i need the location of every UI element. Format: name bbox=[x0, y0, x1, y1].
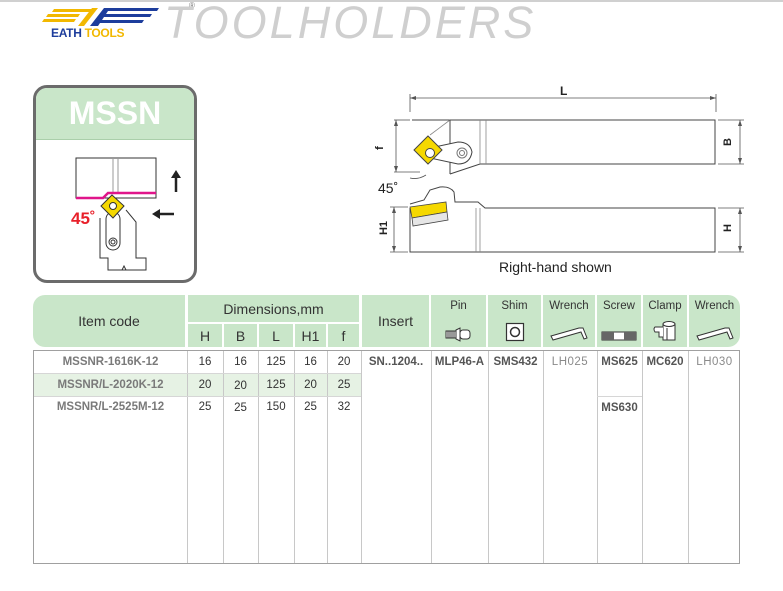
header-dim-L: L bbox=[259, 324, 293, 347]
header-pin-label: Pin bbox=[450, 300, 467, 312]
wrench-icon bbox=[695, 327, 734, 341]
dim-label-f: f bbox=[373, 146, 386, 150]
header-shim-label: Shim bbox=[501, 300, 528, 312]
cell-L: 150 bbox=[266, 401, 286, 413]
item-code: MSSNR/L-2525M-12 bbox=[56, 401, 165, 413]
cell-wrench-2: LH030 bbox=[696, 356, 733, 368]
cell-L: 125 bbox=[266, 356, 286, 368]
clamp-icon bbox=[653, 321, 676, 341]
header-item-code-label: Item code bbox=[78, 313, 140, 329]
cell-f: 25 bbox=[337, 379, 351, 391]
dim-label-B: B bbox=[721, 138, 734, 146]
cell-H1: 16 bbox=[304, 356, 317, 368]
cell-screw-b: MS630 bbox=[601, 402, 638, 414]
wrench-icon bbox=[550, 327, 588, 341]
dim-label-angle: 45˚ bbox=[378, 180, 399, 196]
header-wrench-2: Wrench bbox=[689, 295, 740, 347]
approach-angle-label: 45˚ bbox=[71, 209, 96, 228]
cell-B: 25 bbox=[234, 402, 247, 414]
cell-f: 32 bbox=[337, 401, 351, 413]
cell-H1: 25 bbox=[304, 401, 317, 413]
brand-left: EATH bbox=[51, 26, 82, 40]
cell-H1: 20 bbox=[304, 379, 317, 391]
item-code: MSSNR-1616K-12 bbox=[62, 356, 159, 368]
header-dim-B-label: B bbox=[235, 327, 246, 344]
header-dim-L-label: L bbox=[272, 327, 280, 344]
header-dimensions: Dimensions,mm bbox=[188, 295, 359, 322]
cell-wrench-1: LH025 bbox=[551, 356, 589, 368]
holder-type-title: MSSN bbox=[68, 95, 162, 131]
cell-screw-a: MS625 bbox=[601, 356, 638, 368]
header-dim-B: B bbox=[224, 324, 257, 347]
header-dim-H: H bbox=[188, 324, 222, 347]
cell-B: 16 bbox=[234, 356, 247, 368]
logo-wing-icon bbox=[42, 8, 159, 26]
header-wrench-1-label: Wrench bbox=[549, 300, 589, 312]
shim-icon bbox=[505, 322, 524, 342]
drawing-caption: Right-hand shown bbox=[499, 259, 612, 275]
header-dim-H1: H1 bbox=[295, 324, 326, 347]
header-shim: Shim bbox=[488, 295, 541, 347]
screw-icon bbox=[601, 331, 637, 341]
machining-direction-diagram bbox=[75, 157, 181, 271]
header-dim-f-label: f bbox=[341, 327, 346, 344]
dim-label-H: H bbox=[721, 224, 734, 232]
header-screw-label: Screw bbox=[603, 300, 635, 312]
dim-label-L: L bbox=[560, 84, 568, 98]
cell-H: 20 bbox=[198, 379, 212, 391]
header-wrench-1: Wrench bbox=[543, 295, 595, 347]
page-title: TOOLHOLDERS bbox=[164, 0, 537, 48]
header-dimensions-label: Dimensions,mm bbox=[223, 300, 324, 317]
brand-logo: EATH TOOLS ® bbox=[34, 1, 195, 42]
header-item-code: Item code bbox=[33, 295, 185, 347]
cell-insert: SN..1204.. bbox=[368, 356, 424, 368]
item-code: MSSNR/L-2020K-12 bbox=[57, 379, 164, 391]
header-clamp: Clamp bbox=[643, 295, 687, 347]
cell-f: 20 bbox=[337, 356, 351, 368]
cell-B: 20 bbox=[234, 380, 247, 392]
table-body: MSSNR-1616K-12 16 16 125 16 20 MSSNR/L-2… bbox=[33, 350, 740, 564]
table-header: Item code Dimensions,mm H B L H1 f Inser… bbox=[33, 295, 740, 347]
header-insert: Insert bbox=[362, 295, 429, 347]
cell-shim: SMS432 bbox=[493, 356, 538, 368]
header-wrench-2-label: Wrench bbox=[694, 300, 735, 312]
header-pin: Pin bbox=[431, 295, 486, 347]
cell-pin: MLP46-A bbox=[434, 356, 485, 368]
cell-L: 125 bbox=[266, 379, 286, 391]
header-insert-label: Insert bbox=[377, 313, 413, 329]
cell-H: 25 bbox=[198, 401, 212, 413]
toolholder-drawing bbox=[390, 94, 744, 253]
header-dim-f: f bbox=[328, 324, 359, 347]
header-dim-H-label: H bbox=[199, 327, 211, 344]
brand-name: EATH TOOLS bbox=[51, 26, 125, 40]
pin-icon bbox=[445, 327, 470, 342]
header-clamp-label: Clamp bbox=[648, 300, 682, 312]
cell-clamp: MC620 bbox=[646, 356, 684, 368]
cell-H: 16 bbox=[198, 356, 212, 368]
header-screw: Screw bbox=[597, 295, 641, 347]
card-header: MSSN bbox=[36, 88, 194, 140]
holder-type-card: MSSN 45˚ bbox=[33, 85, 197, 283]
brand-right: TOOLS bbox=[84, 26, 125, 40]
dim-label-H1: H1 bbox=[378, 220, 391, 236]
header-dim-H1-label: H1 bbox=[301, 327, 320, 344]
